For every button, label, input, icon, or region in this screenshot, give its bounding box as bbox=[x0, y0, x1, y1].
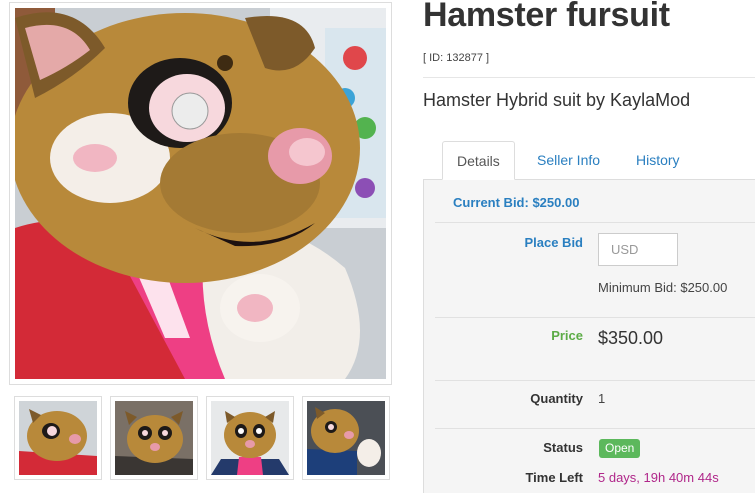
time-left-value: 5 days, 19h 40m 44s bbox=[598, 470, 719, 485]
listing-id: [ ID: 132877 ] bbox=[423, 52, 490, 64]
tab-details[interactable]: Details bbox=[442, 141, 515, 180]
price-label: Price bbox=[551, 328, 583, 343]
bid-amount-input[interactable] bbox=[598, 233, 678, 266]
fursuit-photo-2 bbox=[115, 401, 193, 475]
main-photo-frame[interactable] bbox=[9, 2, 392, 385]
listing-subtitle: Hamster Hybrid suit by KaylaMod bbox=[423, 90, 691, 110]
row-divider bbox=[435, 317, 755, 318]
fursuit-photo-1 bbox=[19, 401, 97, 475]
title-divider bbox=[423, 77, 755, 78]
thumbnail-2[interactable] bbox=[110, 396, 198, 480]
thumbnail-4[interactable] bbox=[302, 396, 390, 480]
current-bid: Current Bid: $250.00 bbox=[453, 195, 580, 210]
status-label: Status bbox=[543, 440, 583, 455]
tab-history[interactable]: History bbox=[622, 141, 694, 180]
price-value: $350.00 bbox=[598, 328, 664, 348]
tab-seller-info[interactable]: Seller Info bbox=[523, 141, 614, 180]
quantity-label: Quantity bbox=[530, 391, 583, 406]
place-bid-label: Place Bid bbox=[524, 235, 583, 250]
quantity-value: 1 bbox=[598, 391, 606, 406]
listing-title: Hamster fursuit bbox=[423, 0, 670, 34]
main-photo[interactable] bbox=[15, 8, 386, 379]
fursuit-head-photo bbox=[15, 8, 386, 379]
fursuit-photo-3 bbox=[211, 401, 289, 475]
row-divider bbox=[435, 428, 755, 429]
time-left-label: Time Left bbox=[525, 470, 583, 485]
thumbnail-1[interactable] bbox=[14, 396, 102, 480]
minimum-bid: Minimum Bid: $250.00 bbox=[598, 280, 728, 295]
row-divider bbox=[435, 222, 755, 223]
thumbnail-3[interactable] bbox=[206, 396, 294, 480]
fursuit-photo-4 bbox=[307, 401, 385, 475]
row-divider bbox=[435, 380, 755, 381]
status-badge: Open bbox=[599, 439, 641, 458]
